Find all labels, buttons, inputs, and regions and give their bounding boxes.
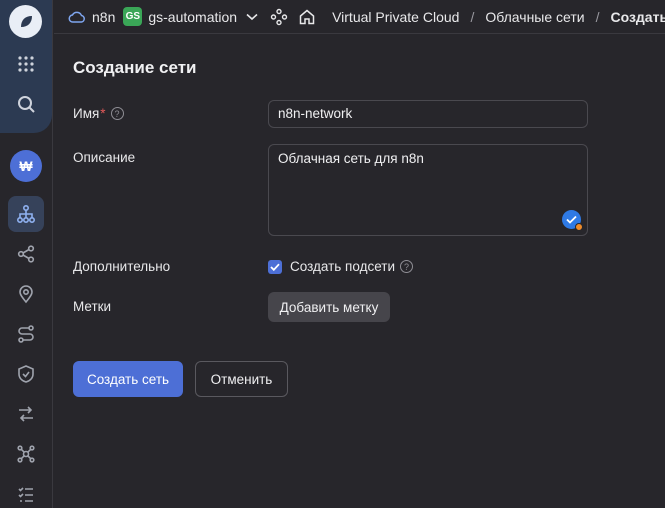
- sidebar: ₩: [0, 0, 53, 508]
- description-text: Облачная сеть для n8n: [278, 151, 424, 166]
- search-icon[interactable]: [8, 86, 44, 122]
- labels-label: Метки: [73, 299, 112, 314]
- create-subnets-checkbox[interactable]: [268, 259, 282, 274]
- services-button[interactable]: [270, 8, 288, 26]
- required-mark: *: [100, 106, 106, 121]
- project-name: n8n: [92, 8, 116, 25]
- name-label-row: Имя * ?: [73, 106, 124, 121]
- help-icon[interactable]: ?: [400, 260, 413, 273]
- create-subnets-row: Создать подсети ?: [268, 259, 413, 274]
- route-icon[interactable]: [8, 316, 44, 352]
- home-button[interactable]: [298, 8, 316, 26]
- folder-selector[interactable]: GS gs-automation: [123, 7, 258, 26]
- list-icon[interactable]: [8, 476, 44, 508]
- home-icon: [299, 9, 315, 24]
- network-icon[interactable]: [8, 196, 44, 232]
- services-icon: [270, 8, 288, 25]
- cancel-button[interactable]: Отменить: [195, 361, 288, 397]
- spellcheck-status-dot: [575, 223, 583, 231]
- description-label: Описание: [73, 150, 136, 165]
- folder-badge: GS: [123, 7, 143, 26]
- create-network-button[interactable]: Создать сеть: [73, 361, 183, 397]
- shield-icon[interactable]: [8, 356, 44, 392]
- breadcrumb-networks[interactable]: Облачные сети: [485, 9, 584, 25]
- create-subnets-label[interactable]: Создать подсети: [290, 259, 395, 274]
- folder-name: gs-automation: [148, 8, 238, 25]
- graph-icon[interactable]: [8, 436, 44, 472]
- grid-icon[interactable]: [8, 46, 44, 82]
- top-header: n8n GS gs-automation Virtual Private Clo…: [54, 0, 665, 34]
- name-label: Имя: [73, 106, 100, 121]
- arrows-icon[interactable]: [8, 396, 44, 432]
- location-icon[interactable]: [8, 276, 44, 312]
- breadcrumb-separator: /: [595, 8, 600, 25]
- breadcrumb-vpc[interactable]: Virtual Private Cloud: [332, 9, 459, 25]
- additional-label: Дополнительно: [73, 259, 171, 274]
- app-logo-icon[interactable]: [9, 5, 42, 38]
- share-icon[interactable]: [8, 236, 44, 272]
- spellcheck-icon[interactable]: [562, 210, 583, 231]
- breadcrumb-separator: /: [470, 8, 475, 25]
- add-label-button[interactable]: Добавить метку: [268, 292, 390, 322]
- breadcrumb-current: Создать: [610, 8, 665, 25]
- name-input[interactable]: n8n-network: [268, 100, 588, 128]
- cloud-icon: [68, 11, 85, 23]
- project-selector[interactable]: n8n: [68, 9, 115, 25]
- avatar-letter: ₩: [19, 158, 33, 174]
- avatar[interactable]: ₩: [10, 150, 42, 182]
- sidebar-top-panel: [0, 0, 52, 133]
- page-title: Создание сети: [73, 58, 197, 77]
- help-icon[interactable]: ?: [110, 107, 124, 120]
- chevron-down-icon: [246, 13, 258, 20]
- description-textarea[interactable]: Облачная сеть для n8n: [268, 144, 588, 236]
